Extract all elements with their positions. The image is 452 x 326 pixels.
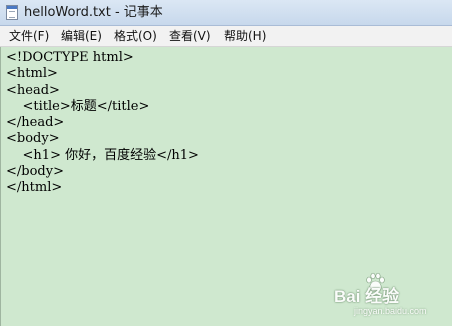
editor-content[interactable]: <!DOCTYPE html> <html> <head> <title>标题</t… bbox=[6, 50, 199, 197]
menu-help[interactable]: 帮助(H) bbox=[224, 26, 266, 46]
code-line: <title>标题</title> bbox=[6, 98, 150, 114]
code-line: <!DOCTYPE html> bbox=[6, 50, 134, 65]
code-line: </html> bbox=[6, 180, 63, 196]
watermark-brand: Bai 经验 bbox=[334, 287, 400, 306]
menu-format[interactable]: 格式(O) bbox=[114, 26, 157, 46]
code-line: <head> bbox=[6, 82, 60, 98]
menu-file[interactable]: 文件(F) bbox=[9, 26, 49, 46]
code-line: </head> bbox=[6, 115, 65, 131]
watermark-url: jingyan.baidu.com bbox=[354, 306, 427, 316]
title-bar[interactable]: helloWord.txt - 记事本 bbox=[0, 0, 452, 26]
menu-bar: 文件(F) 编辑(E) 格式(O) 查看(V) 帮助(H) bbox=[0, 26, 452, 47]
code-line: <h1> 你好，百度经验</h1> bbox=[6, 147, 199, 163]
notepad-window: helloWord.txt - 记事本 文件(F) 编辑(E) 格式(O) 查看… bbox=[0, 0, 452, 326]
menu-view[interactable]: 查看(V) bbox=[169, 26, 211, 46]
code-line: <body> bbox=[6, 131, 60, 147]
code-line: <html> bbox=[6, 66, 58, 82]
menu-edit[interactable]: 编辑(E) bbox=[61, 26, 102, 46]
code-line: </body> bbox=[6, 164, 64, 180]
notepad-icon[interactable] bbox=[6, 5, 18, 20]
window-title: helloWord.txt - 记事本 bbox=[24, 5, 163, 20]
baidu-jingyan-watermark: Bai 经验 jingyan.baidu.com bbox=[326, 270, 446, 322]
